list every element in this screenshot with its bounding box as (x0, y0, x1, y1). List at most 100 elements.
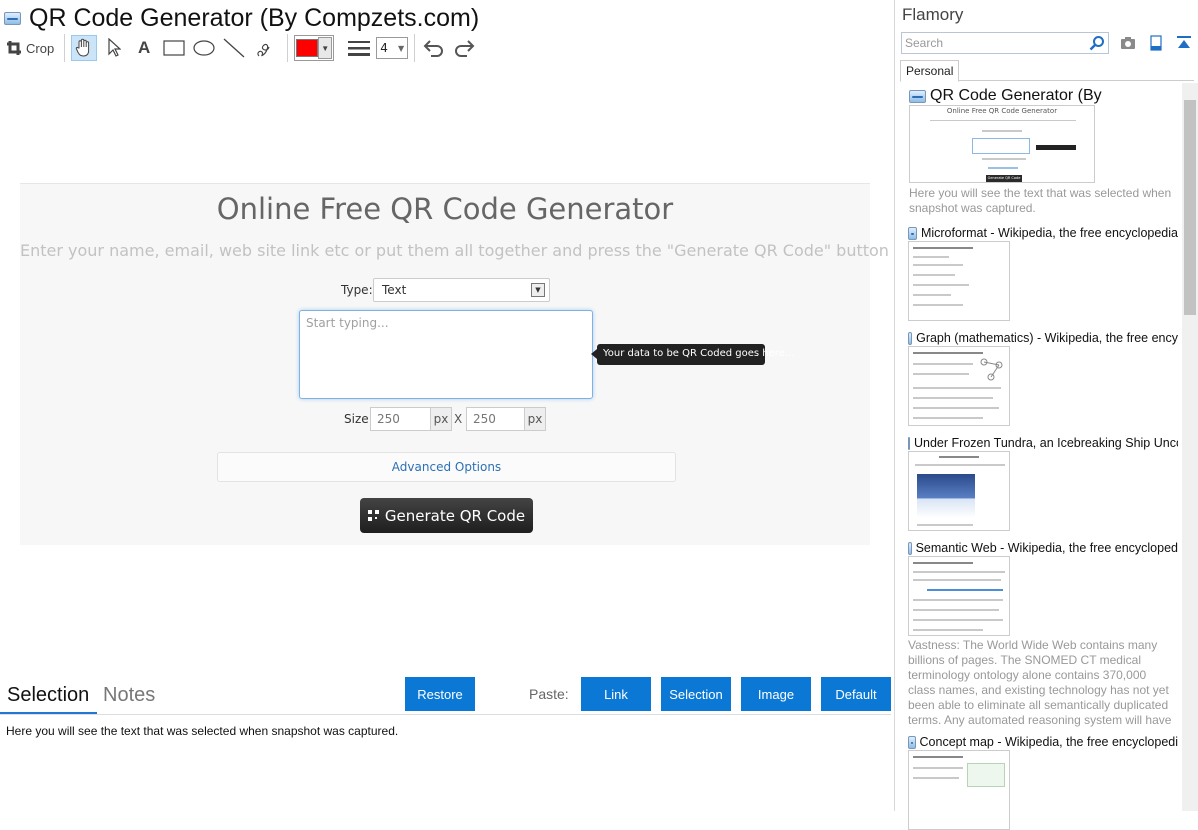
webpage-icon (4, 11, 21, 25)
ellipse-icon (193, 40, 215, 56)
undo-button[interactable] (421, 35, 447, 61)
paste-selection-button[interactable]: Selection (661, 677, 731, 711)
chevron-down-icon: ▼ (398, 43, 405, 53)
tab-notes[interactable]: Notes (103, 684, 155, 707)
thumbnail-line (939, 456, 979, 458)
flamory-panel: Flamory Search Personal QR Code Generato… (896, 0, 1198, 830)
crop-icon (7, 41, 21, 55)
height-input[interactable]: 250 (466, 407, 527, 431)
snapshot-thumbnail: Online Free QR Code Generator Generate Q… (909, 105, 1095, 183)
thumbnail-line (915, 464, 1005, 466)
list-item-title: Under Frozen Tundra, an Icebreaking Ship… (908, 435, 1178, 451)
divider (958, 80, 1194, 81)
annotation-toolbar: Crop A ▼ 4 ▼ (6, 34, 481, 62)
line-width-icon (346, 35, 372, 61)
search-input[interactable]: Search (901, 32, 1109, 54)
ellipse-tool-button[interactable] (191, 35, 217, 61)
list-item-title-text: Microformat - Wikipedia, the free encycl… (920, 226, 1178, 240)
concept-map-thumbnail (967, 763, 1005, 787)
list-item-title-text: Concept map - Wikipedia, the free encycl… (919, 735, 1178, 749)
collapse-up-icon[interactable] (1176, 35, 1192, 51)
crop-button[interactable]: Crop (6, 35, 54, 61)
freehand-icon (257, 43, 270, 57)
list-item-title: Semantic Web - Wikipedia, the free encyc… (908, 540, 1178, 556)
width-input[interactable]: 250 (370, 407, 431, 431)
list-item-title: Microformat - Wikipedia, the free encycl… (908, 225, 1178, 241)
snapshot-thumbnail (908, 241, 1010, 321)
thumbnail-line (913, 264, 963, 266)
cursor-arrow-icon (108, 38, 122, 57)
generate-qr-button[interactable]: Generate QR Code (360, 498, 533, 533)
paste-link-button[interactable]: Link (581, 677, 651, 711)
height-unit: px (524, 407, 546, 431)
thumbnail-line (913, 304, 963, 306)
webpage-icon (908, 735, 916, 749)
list-item-description: Vastness: The World Wide Web contains ma… (908, 638, 1176, 728)
thumbnail-line (913, 256, 949, 258)
thumbnail-box (972, 138, 1030, 154)
size-separator: X (454, 412, 463, 426)
size-label: Size: (344, 412, 373, 426)
list-item[interactable]: Concept map - Wikipedia, the free encycl… (908, 734, 1178, 830)
camera-icon[interactable] (1120, 35, 1136, 51)
search-icon[interactable] (1089, 35, 1105, 51)
hand-icon (75, 38, 90, 57)
tab-selection[interactable]: Selection (7, 684, 89, 707)
crop-label: Crop (26, 40, 55, 56)
line-tool-button[interactable] (221, 35, 247, 61)
app-name: Flamory (902, 5, 964, 24)
list-item[interactable]: Microformat - Wikipedia, the free encycl… (908, 225, 1178, 321)
restore-button[interactable]: Restore (405, 677, 475, 711)
title-row: QR Code Generator (By Compzets.com) (4, 4, 479, 32)
window-title: QR Code Generator (By Compzets.com) (29, 3, 480, 32)
line-icon (223, 38, 245, 58)
text-tool-button[interactable]: A (131, 35, 157, 61)
thumbnail-button: Generate QR Code (986, 175, 1022, 182)
selection-text: Here you will see the text that was sele… (6, 724, 399, 738)
thumbnail-line (913, 294, 951, 296)
hand-tool-button[interactable] (71, 35, 98, 61)
select-tool-button[interactable] (101, 35, 127, 61)
list-item[interactable]: Graph (mathematics) - Wikipedia, the fre… (908, 330, 1178, 426)
list-item-title: Graph (mathematics) - Wikipedia, the fre… (908, 330, 1178, 346)
thumbnail-line (913, 767, 963, 769)
textarea-placeholder: Start typing... (306, 316, 389, 330)
list-item[interactable]: Under Frozen Tundra, an Icebreaking Ship… (908, 435, 1178, 531)
qr-code-icon (367, 510, 379, 521)
rectangle-tool-button[interactable] (161, 35, 187, 61)
qr-data-textarea[interactable]: Start typing... (299, 310, 593, 399)
search-placeholder: Search (905, 36, 944, 50)
paste-image-button[interactable]: Image (741, 677, 811, 711)
thumbnail-line (913, 571, 1005, 573)
line-width-value: 4 (380, 41, 388, 55)
thumbnail-line (913, 363, 973, 365)
document-icon[interactable] (1148, 35, 1164, 51)
thumbnail-line (913, 629, 983, 631)
list-item-title-text: QR Code Generator (By (930, 87, 1102, 104)
thumbnail-line (913, 756, 963, 758)
paste-label: Paste: (529, 686, 569, 702)
thumbnail-line (982, 158, 1026, 160)
freehand-tool-button[interactable] (251, 35, 277, 61)
tab-personal[interactable]: Personal (900, 60, 960, 82)
snapshot-thumbnail (908, 451, 1010, 531)
ship-photo (917, 474, 975, 518)
webpage-icon (908, 331, 913, 345)
redo-button[interactable] (451, 35, 477, 61)
chevron-down-icon: ▼ (531, 283, 545, 297)
thumbnail-line (913, 407, 999, 409)
thumbnail-line (982, 130, 1022, 132)
advanced-options-link[interactable]: Advanced Options (217, 452, 676, 482)
list-item[interactable]: Semantic Web - Wikipedia, the free encyc… (908, 540, 1178, 728)
list-item-title-text: Under Frozen Tundra, an Icebreaking Ship… (914, 436, 1178, 450)
scrollbar-thumb[interactable] (1184, 100, 1196, 315)
generate-qr-label: Generate QR Code (384, 506, 526, 525)
color-picker[interactable]: ▼ (294, 35, 335, 61)
paste-default-button[interactable]: Default (821, 677, 891, 711)
type-select[interactable]: Text ▼ (373, 278, 550, 302)
type-select-value: Text (382, 283, 407, 297)
line-width-select[interactable]: 4 ▼ (376, 37, 409, 59)
divider (0, 714, 891, 715)
list-item[interactable]: QR Code Generator (By Online Free QR Cod… (909, 87, 1178, 216)
toolbar-divider (414, 34, 416, 62)
